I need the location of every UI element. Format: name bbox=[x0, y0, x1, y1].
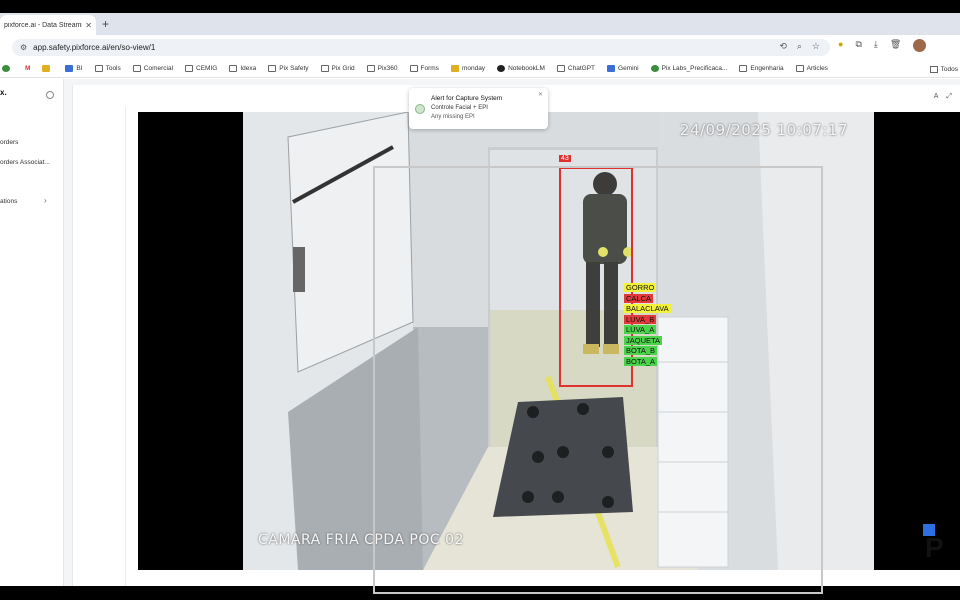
bookmark-articles[interactable]: Articles bbox=[795, 65, 828, 72]
bookmark-pix-safety[interactable]: Pix Safety bbox=[268, 65, 309, 72]
puzzle-icon[interactable]: ⧉ bbox=[855, 39, 861, 52]
brand-letters: P bbox=[925, 532, 944, 563]
address-bar[interactable]: ⚙ app.safety.pixforce.ai/en/so-view/1 ⟲ … bbox=[12, 39, 830, 56]
profile-avatar[interactable] bbox=[913, 39, 927, 52]
bookmark-chatgpt[interactable]: ChatGPT bbox=[556, 65, 595, 72]
alert-title: Alert for Capture System bbox=[431, 95, 503, 102]
gmail-icon[interactable]: M bbox=[25, 65, 30, 72]
close-toast-icon[interactable]: ✕ bbox=[538, 91, 543, 98]
video-letterbox-right bbox=[874, 112, 960, 570]
sidebar-item-orders-associated[interactable]: orders Associat... bbox=[0, 159, 50, 166]
bookmark-pix-labs[interactable]: Pix Labs_Precificaca... bbox=[650, 65, 727, 72]
close-tab-icon[interactable]: ✕ bbox=[85, 21, 92, 30]
video-letterbox-left bbox=[138, 112, 243, 570]
drive-icon[interactable] bbox=[42, 65, 53, 72]
bookmark-pix360[interactable]: Pix360 bbox=[366, 65, 398, 72]
bookmark-monday[interactable]: monday bbox=[450, 65, 485, 72]
bookmark-pix-grid[interactable]: Pix Grid bbox=[320, 65, 355, 72]
bookmark-icon-green[interactable] bbox=[2, 65, 13, 72]
url-text: app.safety.pixforce.ai/en/so-view/1 bbox=[33, 43, 156, 52]
sidebar-item-orders[interactable]: orders bbox=[0, 139, 18, 146]
bookmark-all-folder[interactable]: Todos bbox=[929, 60, 958, 77]
new-tab-icon[interactable]: + bbox=[102, 17, 109, 31]
language-icon[interactable]: A bbox=[934, 93, 939, 101]
brand-version: V0. bbox=[926, 574, 945, 588]
alert-subtitle: Controle Facial + EPI bbox=[431, 105, 488, 111]
bookmark-forms[interactable]: Forms bbox=[409, 65, 439, 72]
alert-toast[interactable]: Alert for Capture System Controle Facial… bbox=[409, 88, 548, 129]
alert-message: Any missing EPI bbox=[431, 114, 475, 120]
navigation-row: ⚙ app.safety.pixforce.ai/en/so-view/1 ⟲ … bbox=[0, 35, 960, 59]
roi-outline bbox=[373, 166, 823, 594]
translate-icon[interactable]: ⟲ bbox=[779, 41, 787, 52]
screen: pixforce.ai - Data Streaming an... ✕ + ⚙… bbox=[0, 0, 960, 600]
bookmarks-bar: M BI Tools Comercial CEMIG Idexa Pix Saf… bbox=[0, 60, 960, 78]
app-logo: x. bbox=[0, 88, 7, 97]
extension-icon[interactable]: ● bbox=[838, 39, 843, 52]
video-timestamp: 24/09/2025 10:07:17 bbox=[679, 121, 848, 139]
tab-title: pixforce.ai - Data Streaming an... bbox=[4, 21, 82, 29]
bookmark-idexa[interactable]: Idexa bbox=[229, 65, 256, 72]
bookmark-gemini[interactable]: Gemini bbox=[607, 65, 639, 72]
sidebar-item-operations[interactable]: ations bbox=[0, 198, 17, 205]
bookmark-engenharia[interactable]: Engenharia bbox=[739, 65, 784, 72]
bookmark-tools[interactable]: Tools bbox=[94, 65, 121, 72]
tab-strip: pixforce.ai - Data Streaming an... ✕ + bbox=[0, 13, 960, 35]
star-icon[interactable]: ☆ bbox=[812, 41, 820, 52]
browser-tab-active[interactable]: pixforce.ai - Data Streaming an... ✕ bbox=[0, 15, 96, 35]
topbar-icons: A ⤢ bbox=[934, 93, 952, 101]
download-icon[interactable]: ⤓ bbox=[874, 39, 878, 52]
sidebar: x. orders orders Associat... ations › bbox=[0, 79, 64, 586]
sidebar-collapse-icon[interactable] bbox=[46, 91, 54, 99]
bookmark-cemig[interactable]: CEMIG bbox=[185, 65, 217, 72]
bookmark-comercial[interactable]: Comercial bbox=[132, 65, 173, 72]
zoom-icon[interactable]: ⌕ bbox=[797, 41, 802, 52]
bookmark-notebooklm[interactable]: NotebookLM bbox=[497, 65, 545, 72]
alert-status-icon bbox=[415, 104, 425, 114]
fullscreen-icon[interactable]: ⤢ bbox=[946, 93, 952, 101]
bookmark-bi[interactable]: BI bbox=[65, 65, 83, 72]
site-info-icon[interactable]: ⚙ bbox=[20, 43, 27, 52]
brand-watermark: P V0. bbox=[921, 524, 960, 588]
trash-icon[interactable]: 🗑 bbox=[890, 39, 901, 52]
chevron-right-icon[interactable]: › bbox=[44, 196, 47, 205]
person-id-badge: 43 bbox=[559, 155, 571, 162]
